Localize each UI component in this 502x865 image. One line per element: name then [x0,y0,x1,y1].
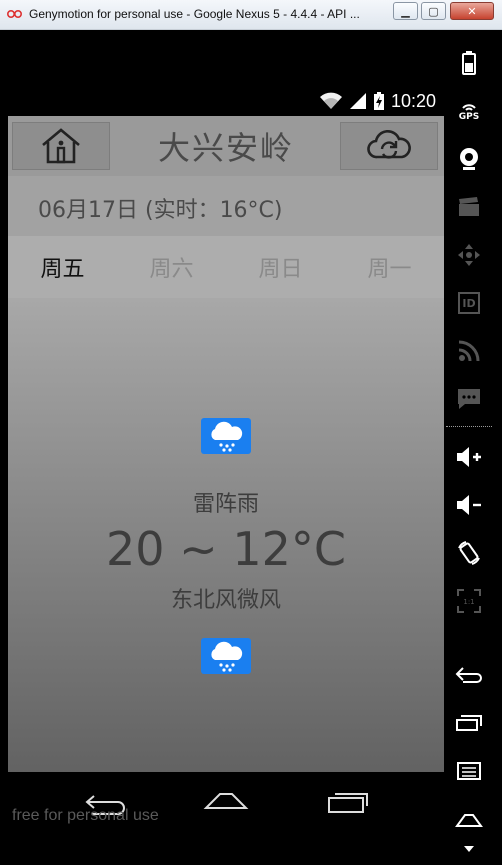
pixel-perfect-icon: 1:1 [457,589,481,613]
id-icon: ID [458,292,480,314]
weather-condition: 雷阵雨 [192,492,259,517]
home-icon [42,128,80,164]
weather-content: 雷阵雨 20 ~ 12°C 东北风微风 [8,298,444,802]
volume-up-tool[interactable] [452,440,486,474]
minimize-button[interactable]: ▁ [393,2,418,20]
gps-icon [462,104,476,111]
volume-up-icon [457,447,481,467]
battery-tool[interactable] [452,46,486,80]
scroll-down-arrow-icon[interactable] [463,845,475,853]
rain-cloud-icon-secondary [201,638,251,674]
weather-app: 大兴安岭 06月17日 (实时：16°C) 周五 周六 周日 周一 雷阵雨 20… [8,116,444,802]
dpad-icon [458,244,480,266]
remote-control-tool[interactable] [452,238,486,272]
sms-tool[interactable] [452,382,486,416]
home-shape-icon [455,814,483,827]
status-bar: 10:20 [8,60,444,116]
message-icon [458,389,480,409]
close-icon: ✕ [467,4,477,18]
home-tool[interactable] [452,802,486,836]
screencast-tool[interactable] [452,190,486,224]
tab-monday[interactable]: 周一 [335,236,444,298]
menu-icon [457,762,481,780]
battery-icon [462,51,476,75]
scale-tool[interactable]: 1:1 [452,584,486,618]
clapperboard-icon [459,197,479,216]
toolbar-divider [446,426,492,427]
temperature-range: 20 ~ 12°C [106,522,346,576]
status-time: 10:20 [390,90,436,111]
tab-saturday[interactable]: 周六 [117,236,226,298]
gps-tool[interactable]: GPS [452,94,486,128]
volume-down-tool[interactable] [452,488,486,522]
recent-apps-icon[interactable] [326,788,372,814]
maximize-button[interactable]: ▢ [421,2,446,20]
rain-cloud-icon [201,418,251,454]
maximize-icon: ▢ [428,4,439,18]
gps-label: GPS [458,112,480,122]
recent-apps-tool[interactable] [452,706,486,740]
network-tool[interactable] [452,334,486,368]
rotate-icon [458,541,480,565]
genymotion-logo-icon [7,9,23,19]
rotate-tool[interactable] [452,536,486,570]
volume-down-icon [457,495,481,515]
window-title-bar: Genymotion for personal use - Google Nex… [0,0,502,30]
emulator-toolbar: GPS ID 1:1 [444,30,494,865]
watermark-text: free for personal use [12,807,159,824]
back-arrow-icon [455,667,482,683]
window-title: Genymotion for personal use - Google Nex… [29,7,360,21]
rss-icon [458,340,480,362]
date-row: 06月17日 (实时：16°C) [8,176,444,236]
device-id-tool[interactable]: ID [452,286,486,320]
close-button[interactable]: ✕ [450,2,494,20]
day-tabs: 周五 周六 周日 周一 [8,236,444,298]
phone-screen: 10:20 大兴安岭 06月17日 (实时：16°C) 周五 周六 周日 周一 … [8,60,444,802]
home-nav-icon[interactable] [202,788,250,814]
minimize-icon: ▁ [401,4,410,18]
wind-info: 东北风微风 [170,588,281,613]
menu-tool[interactable] [452,754,486,788]
home-button[interactable] [12,122,110,170]
date-realtime-temp: 06月17日 (实时：16°C) [38,198,283,223]
tab-sunday[interactable]: 周日 [226,236,335,298]
signal-icon [349,93,366,109]
recents-icon [456,715,482,731]
emulator-frame: 10:20 大兴安岭 06月17日 (实时：16°C) 周五 周六 周日 周一 … [0,30,502,865]
cloud-refresh-icon [367,129,411,159]
tab-friday[interactable]: 周五 [8,236,117,298]
camera-tool[interactable] [452,142,486,176]
wifi-icon [319,92,342,109]
webcam-icon [460,148,478,170]
refresh-button[interactable] [340,122,438,170]
app-header: 大兴安岭 [8,116,444,176]
svg-text:1:1: 1:1 [463,598,474,606]
battery-charging-icon [373,92,384,110]
back-tool[interactable] [452,658,486,692]
city-title: 大兴安岭 [157,129,294,167]
